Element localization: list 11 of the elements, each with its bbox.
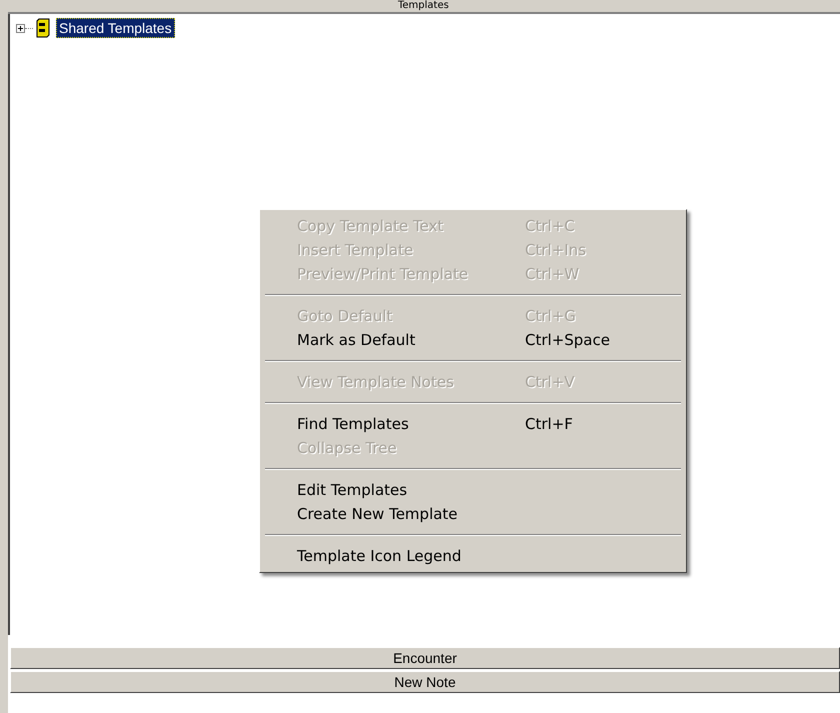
expand-icon[interactable] (16, 24, 25, 32)
menu-item[interactable]: Find Templates Ctrl+F (263, 412, 683, 436)
section-bar[interactable]: Encounter (10, 647, 840, 669)
menu-item[interactable]: Mark as Default Ctrl+Space (263, 328, 683, 352)
menu-item[interactable]: Template Icon Legend (263, 544, 683, 568)
cabinet-icon (36, 18, 50, 38)
menu-item[interactable]: Create New Template (263, 502, 683, 526)
menu-item[interactable]: Edit Templates (263, 478, 683, 502)
section-bar[interactable]: New Note (10, 671, 840, 693)
panel-title: Templates (398, 0, 449, 11)
tree-item[interactable]: Shared Templates (56, 18, 175, 38)
